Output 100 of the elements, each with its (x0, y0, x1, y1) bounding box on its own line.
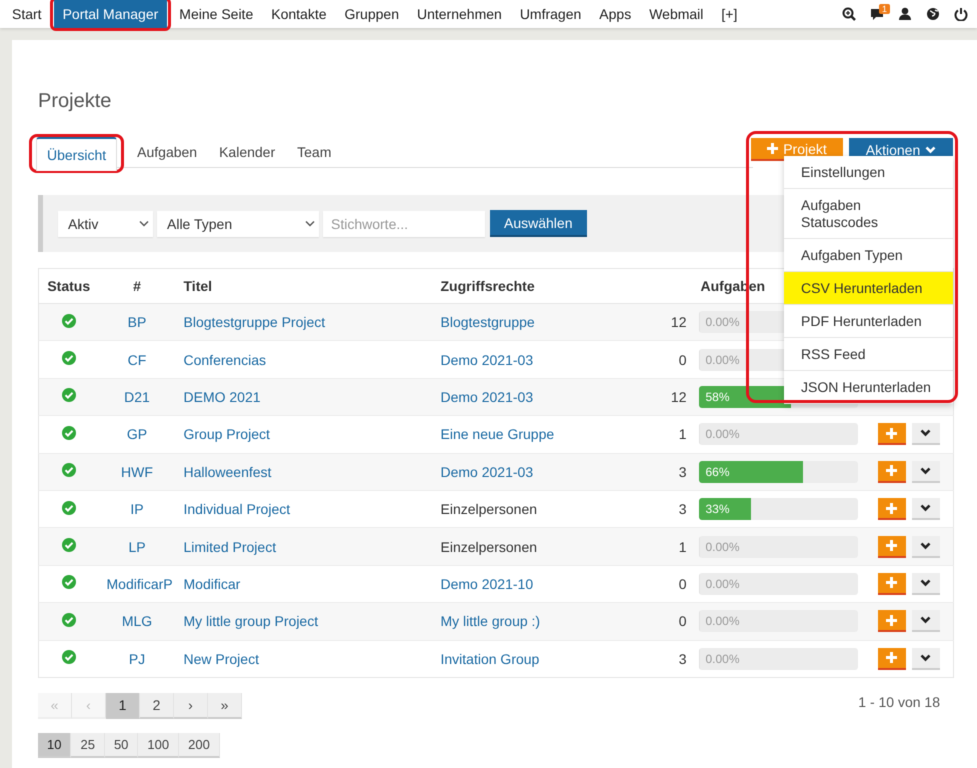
dropdown-button[interactable] (912, 536, 940, 558)
project-title-link[interactable]: Halloweenfest (184, 464, 272, 480)
globe-icon (926, 7, 940, 21)
access-link[interactable]: Demo 2021-10 (440, 576, 534, 592)
project-code-link[interactable]: ModificarP (106, 576, 173, 592)
project-code-link[interactable]: CF (128, 352, 146, 368)
nav-item[interactable]: Gruppen (336, 0, 408, 28)
chevron-down-icon (920, 504, 931, 512)
dropdown-button[interactable] (912, 610, 940, 632)
dropdown-button[interactable] (912, 648, 940, 670)
access-link[interactable]: Blogtestgruppe (440, 314, 535, 330)
progress-label: 0.00% (706, 352, 740, 369)
tab[interactable]: Übersicht (36, 137, 118, 171)
project-code-link[interactable]: LP (128, 538, 146, 555)
project-title-link[interactable]: New Project (184, 650, 259, 667)
page-size-button[interactable]: 200 (179, 732, 220, 758)
add-button[interactable] (878, 460, 906, 483)
project-code-link[interactable]: IP (130, 501, 144, 518)
project-code-link[interactable]: MLG (122, 613, 152, 630)
status-dropdown[interactable]: Aktiv (58, 210, 153, 236)
menu-item[interactable]: Aufgaben Typen (784, 239, 953, 272)
dropdown-button[interactable] (912, 572, 940, 595)
project-code-link[interactable]: HWF (121, 464, 153, 480)
task-count: 0 (678, 352, 686, 368)
check-circle-icon (62, 612, 76, 627)
nav-item[interactable]: Apps (590, 0, 640, 28)
project-title-link[interactable]: Individual Project (184, 501, 290, 518)
project-title-link[interactable]: Group Project (184, 426, 270, 442)
add-button[interactable] (878, 610, 906, 632)
check-circle-icon (62, 500, 76, 515)
page-button[interactable]: 2 (140, 692, 174, 719)
menu-item[interactable]: Einstellungen (784, 156, 953, 189)
dropdown-button[interactable] (912, 423, 940, 446)
dropdown-button[interactable] (912, 498, 940, 520)
results-summary: 1 - 10 von 18 (858, 694, 940, 710)
page-button[interactable]: › (174, 692, 208, 719)
nav-item[interactable]: Meine Seite (170, 0, 262, 28)
page-size-button[interactable]: 25 (71, 732, 105, 758)
plus-icon (886, 614, 897, 626)
nav-item[interactable]: Portal Manager (54, 0, 168, 28)
task-count: 3 (678, 464, 686, 480)
add-button[interactable] (878, 648, 906, 670)
tab[interactable]: Aufgaben (126, 135, 208, 167)
tab[interactable]: Kalender (208, 135, 286, 167)
select-button[interactable]: Auswählen (490, 210, 586, 237)
plus-icon (886, 502, 897, 514)
progress-label: 0.00% (706, 314, 740, 332)
power-icon (954, 7, 968, 21)
notification-badge: 1 (879, 4, 890, 14)
access-link[interactable]: Invitation Group (440, 650, 540, 667)
nav-item[interactable]: Start (3, 0, 51, 28)
access-link[interactable]: Demo 2021-03 (440, 352, 534, 368)
page-button[interactable]: 1 (106, 692, 140, 719)
progress-label: 0.00% (706, 426, 740, 444)
check-circle-icon (62, 351, 76, 366)
menu-item[interactable]: CSV Herunterladen (784, 272, 953, 305)
column-header: Titel (184, 278, 212, 294)
project-title-link[interactable]: DEMO 2021 (184, 388, 261, 405)
dropdown-button[interactable] (912, 460, 940, 483)
add-button[interactable] (878, 536, 906, 558)
access-link[interactable]: Demo 2021-03 (440, 464, 534, 480)
page-size-button[interactable]: 50 (104, 732, 138, 758)
chevron-down-icon (925, 146, 936, 154)
page-size-button[interactable]: 10 (38, 732, 72, 758)
task-count: 12 (670, 314, 686, 330)
project-code-link[interactable]: PJ (128, 650, 146, 667)
menu-item[interactable]: JSON Herunterladen (784, 371, 953, 404)
menu-item[interactable]: PDF Herunterladen (784, 305, 953, 338)
project-title-link[interactable]: Modificar (184, 576, 240, 592)
check-circle-icon (62, 426, 76, 440)
menu-item[interactable]: Aufgaben Statuscodes (784, 189, 953, 239)
progress-label: 0.00% (706, 538, 740, 556)
plus-icon (767, 143, 778, 154)
add-button[interactable] (878, 498, 906, 520)
chevron-down-icon (920, 429, 931, 438)
tab[interactable]: Team (286, 135, 342, 167)
add-button[interactable] (878, 572, 906, 595)
nav-item[interactable]: Kontakte (262, 0, 336, 28)
project-title-link[interactable]: Conferencias (184, 352, 266, 368)
nav-item[interactable]: Umfragen (510, 0, 590, 28)
plus-icon (886, 465, 897, 476)
project-title-link[interactable]: Limited Project (184, 538, 276, 555)
keywords-field[interactable]: Stichworte... (323, 210, 485, 236)
menu-item[interactable]: RSS Feed (784, 338, 953, 371)
nav-item[interactable]: Unternehmen (408, 0, 511, 28)
project-code-link[interactable]: GP (126, 426, 148, 442)
type-dropdown[interactable]: Alle Typen (157, 210, 319, 236)
access-link[interactable]: Eine neue Gruppe (440, 426, 554, 442)
zoom-icon (842, 7, 856, 21)
page-button[interactable]: » (208, 692, 242, 719)
page-size-button[interactable]: 100 (138, 732, 180, 758)
progress-label: 0.00% (706, 613, 740, 630)
project-code-link[interactable]: D21 (124, 388, 150, 405)
access-text: Einzelpersonen (440, 501, 538, 518)
access-link[interactable]: Demo 2021-03 (440, 388, 534, 405)
add-button[interactable] (878, 423, 906, 446)
nav-item[interactable]: [+] (712, 0, 746, 28)
project-code-link[interactable]: BP (128, 314, 146, 330)
nav-item[interactable]: Webmail (640, 0, 712, 28)
task-count: 3 (678, 501, 686, 518)
